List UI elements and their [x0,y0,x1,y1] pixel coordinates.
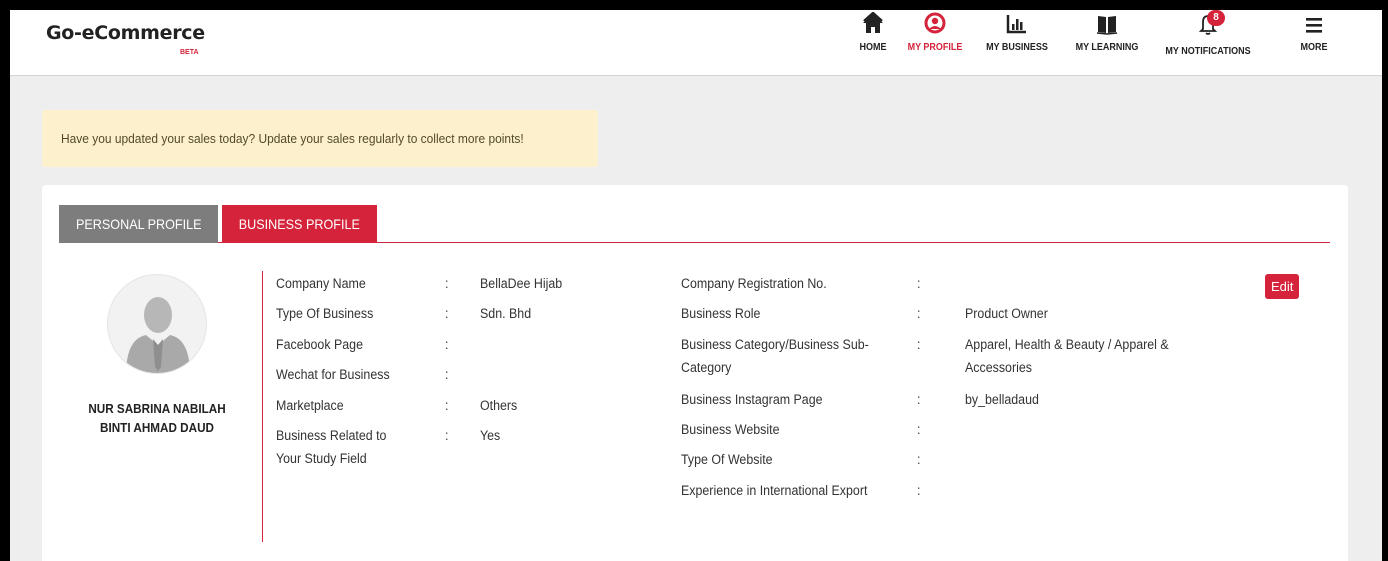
nav-more-label: MORE [1300,42,1328,53]
field-label: Type Of Website [681,452,773,467]
field-separator: : [917,337,921,352]
sales-reminder-alert: Have you updated your sales today? Updat… [42,110,598,167]
nav-my-learning-label: MY LEARNING [1075,42,1139,53]
nav-home[interactable]: HOME [848,11,898,68]
user-full-name: NUR SABRINA NABILAH BINTI AHMAD DAUD [62,399,252,437]
field-value: Others [480,398,518,413]
field-value: BellaDee Hijab [480,276,563,291]
avatar [107,274,207,374]
field-separator: : [445,276,449,291]
field-separator: : [445,428,449,443]
field-value: Accessories [965,360,1032,375]
user-name-line1: NUR SABRINA NABILAH [88,401,226,416]
profile-tabs: PERSONAL PROFILE BUSINESS PROFILE [59,205,1330,243]
field-label: Business Website [681,422,780,437]
user-circle-icon [903,12,967,42]
field-label: Business Category/Business Sub- [681,337,869,352]
field-separator: : [917,392,921,407]
tab-business-profile[interactable]: BUSINESS PROFILE [222,205,377,243]
field-value: Yes [480,428,501,443]
field-label: Business Related to [276,428,387,443]
nav-my-profile-label: MY PROFILE [907,42,963,53]
field-label: Experience in International Export [681,483,868,498]
field-label: Wechat for Business [276,367,390,382]
field-label: Category [681,360,732,375]
field-label: Facebook Page [276,337,364,352]
field-label: Company Name [276,276,366,291]
nav-my-profile[interactable]: MY PROFILE [903,12,967,68]
user-name-line2: BINTI AHMAD DAUD [100,420,214,435]
user-silhouette-icon [126,297,190,373]
tab-personal-profile-label: PERSONAL PROFILE [75,216,202,232]
nav-my-notifications[interactable]: 8 MY NOTIFICATIONS [1160,10,1256,68]
field-label: Your Study Field [276,451,367,466]
field-value: by_belladaud [965,392,1039,407]
nav-my-business[interactable]: MY BUSINESS [980,12,1054,68]
bell-icon: 8 [1195,10,1225,42]
field-label: Type Of Business [276,306,374,321]
tab-personal-profile[interactable]: PERSONAL PROFILE [59,205,218,243]
field-separator: : [445,398,449,413]
beta-badge: BETA [180,49,199,56]
field-label: Company Registration No. [681,276,827,291]
field-separator: : [917,422,921,437]
field-separator: : [445,337,449,352]
notification-count-badge: 8 [1207,10,1225,26]
field-separator: : [445,306,449,321]
bar-chart-icon [980,12,1054,42]
divider [262,271,263,542]
edit-button[interactable]: Edit [1265,274,1300,299]
sales-reminder-text: Have you updated your sales today? Updat… [61,131,524,146]
book-icon [1067,12,1147,42]
profile-card: PERSONAL PROFILE BUSINESS PROFILE NUR SA… [42,185,1348,561]
top-navbar: Go-eCommerce BETA HOME MY PROFILE MY BUS… [10,10,1382,76]
field-label: Business Instagram Page [681,392,823,407]
home-icon [848,11,898,42]
field-value: Apparel, Health & Beauty / Apparel & [965,337,1169,352]
field-label: Business Role [681,306,761,321]
nav-home-label: HOME [859,42,887,53]
field-separator: : [445,367,449,382]
field-value: Product Owner [965,306,1048,321]
menu-icon [1294,12,1334,42]
brand-name: Go-eCommerce [46,22,205,44]
nav-more[interactable]: MORE [1294,12,1334,68]
app-window: Go-eCommerce BETA HOME MY PROFILE MY BUS… [10,10,1382,561]
tab-business-profile-label: BUSINESS PROFILE [238,216,361,232]
field-separator: : [917,306,921,321]
field-value: Sdn. Bhd [480,306,532,321]
nav-my-learning[interactable]: MY LEARNING [1067,12,1147,68]
nav-my-notifications-label: MY NOTIFICATIONS [1165,46,1251,57]
field-separator: : [917,276,921,291]
brand-logo[interactable]: Go-eCommerce BETA [46,22,205,56]
field-label: Marketplace [276,398,344,413]
field-separator: : [917,452,921,467]
nav-my-business-label: MY BUSINESS [986,42,1048,53]
field-separator: : [917,483,921,498]
